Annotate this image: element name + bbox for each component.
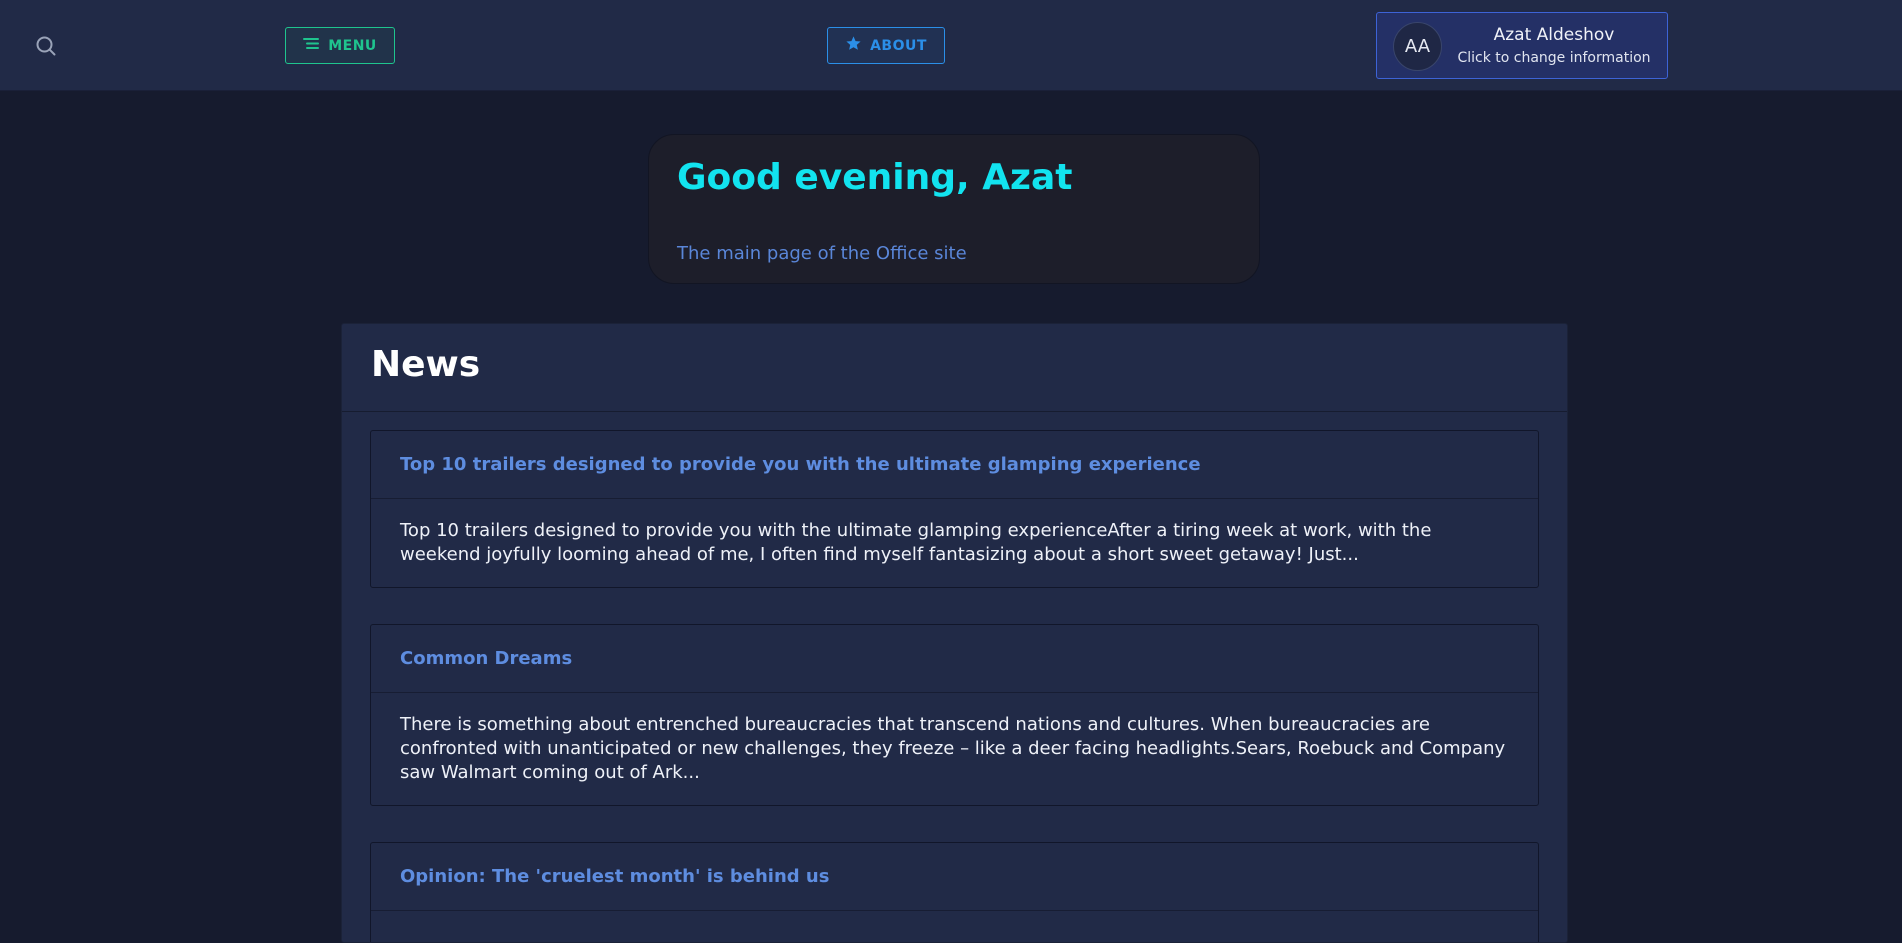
news-panel: News Top 10 trailers designed to provide… xyxy=(341,323,1568,943)
news-item-excerpt: There is something about entrenched bure… xyxy=(400,714,1506,783)
news-list: Top 10 trailers designed to provide you … xyxy=(342,412,1567,942)
star-icon xyxy=(845,35,862,56)
hamburger-icon xyxy=(303,37,320,54)
menu-button-label: MENU xyxy=(328,37,377,54)
news-item-title[interactable]: Top 10 trailers designed to provide you … xyxy=(371,431,1538,499)
greeting-subtitle: The main page of the Office site xyxy=(677,243,967,264)
news-item[interactable]: Common Dreams There is something about e… xyxy=(370,624,1539,806)
about-button-label: ABOUT xyxy=(870,37,927,54)
user-profile-button[interactable]: AA Azat Aldeshov Click to change informa… xyxy=(1376,12,1668,79)
news-item-excerpt: Top 10 trailers designed to provide you … xyxy=(400,520,1432,565)
about-button[interactable]: ABOUT xyxy=(827,27,945,64)
menu-button[interactable]: MENU xyxy=(285,27,395,64)
top-navigation-bar: MENU ABOUT AA Azat Aldeshov Click to cha… xyxy=(0,0,1902,91)
news-item[interactable]: Top 10 trailers designed to provide you … xyxy=(370,430,1539,588)
news-item[interactable]: Opinion: The 'cruelest month' is behind … xyxy=(370,842,1539,942)
news-item-title[interactable]: Opinion: The 'cruelest month' is behind … xyxy=(371,843,1538,911)
news-item-title[interactable]: Common Dreams xyxy=(371,625,1538,693)
user-name: Azat Aldeshov xyxy=(1493,25,1615,45)
greeting-title: Good evening, Azat xyxy=(677,157,1073,198)
news-header: News xyxy=(342,324,1567,412)
user-subtitle: Click to change information xyxy=(1457,50,1651,66)
search-icon[interactable] xyxy=(34,34,58,58)
news-title: News xyxy=(371,344,481,385)
news-item-excerpt xyxy=(371,911,1538,942)
avatar: AA xyxy=(1393,22,1442,71)
greeting-card: Good evening, Azat The main page of the … xyxy=(648,134,1260,284)
